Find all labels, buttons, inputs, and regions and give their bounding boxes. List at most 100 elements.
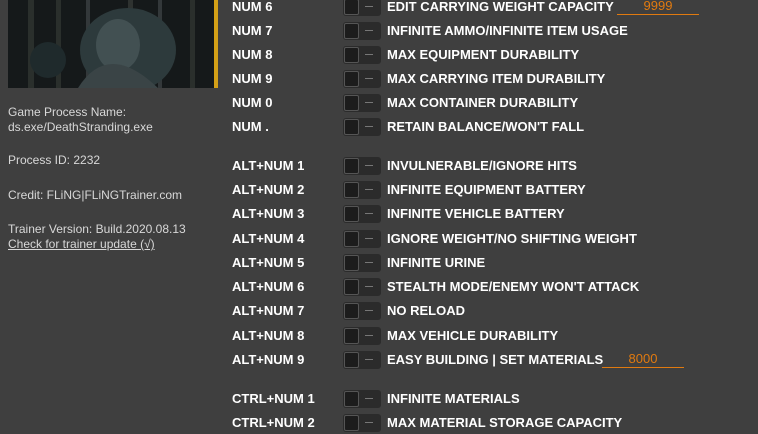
toggle-dash xyxy=(365,422,373,423)
cheat-toggle[interactable] xyxy=(343,414,381,432)
toggle-knob xyxy=(344,158,359,174)
toggle-knob xyxy=(344,182,359,198)
cheat-label: INFINITE VEHICLE BATTERY xyxy=(387,206,565,221)
toggle-dash xyxy=(365,30,373,31)
toggle-dash xyxy=(365,54,373,55)
cheat-row: ALT+NUM 1 INVULNERABLE/IGNORE HITS xyxy=(222,155,758,177)
toggle-knob xyxy=(344,95,359,111)
cheat-label: INFINITE EQUIPMENT BATTERY xyxy=(387,182,586,197)
game-cover-image xyxy=(8,0,218,88)
cheat-row: NUM . RETAIN BALANCE/WON'T FALL xyxy=(222,116,758,138)
toggle-dash xyxy=(365,213,373,214)
cheat-label: INVULNERABLE/IGNORE HITS xyxy=(387,158,577,173)
cheat-label: INFINITE URINE xyxy=(387,255,486,270)
cheat-label: EASY BUILDING | SET MATERIALS xyxy=(387,352,604,367)
cheat-row: NUM 9 MAX CARRYING ITEM DURABILITY xyxy=(222,68,758,90)
cheat-row: ALT+NUM 2 INFINITE EQUIPMENT BATTERY xyxy=(222,179,758,201)
cheat-row: CTRL+NUM 2 MAX MATERIAL STORAGE CAPACITY xyxy=(222,412,758,434)
cheat-toggle[interactable] xyxy=(343,94,381,112)
check-update-link[interactable]: Check for trainer update (√) xyxy=(8,237,155,251)
cheat-row: ALT+NUM 5 INFINITE URINE xyxy=(222,252,758,274)
toggle-knob xyxy=(344,231,359,247)
cheat-row: NUM 0 MAX CONTAINER DURABILITY xyxy=(222,92,758,114)
trainer-sidebar: Game Process Name: ds.exe/DeathStranding… xyxy=(0,0,222,426)
toggle-dash xyxy=(365,335,373,336)
toggle-knob xyxy=(344,391,359,407)
hotkey-label: ALT+NUM 9 xyxy=(232,352,305,367)
carrying-weight-input[interactable] xyxy=(617,0,699,15)
hotkey-label: NUM 0 xyxy=(232,95,273,110)
toggle-knob xyxy=(344,279,359,295)
credit-text: Credit: FLiNG|FLiNGTrainer.com xyxy=(8,188,183,202)
toggle-dash xyxy=(365,398,373,399)
cheat-toggle[interactable] xyxy=(343,22,381,40)
cheat-row: NUM 8 MAX EQUIPMENT DURABILITY xyxy=(222,44,758,66)
cheat-row: NUM 7 INFINITE AMMO/INFINITE ITEM USAGE xyxy=(222,20,758,42)
cheat-toggle[interactable] xyxy=(343,390,381,408)
toggle-knob xyxy=(344,328,359,344)
cheat-toggle[interactable] xyxy=(343,278,381,296)
toggle-dash xyxy=(365,102,373,103)
hotkey-label: ALT+NUM 1 xyxy=(232,158,305,173)
cheat-row: ALT+NUM 3 INFINITE VEHICLE BATTERY xyxy=(222,203,758,225)
cheat-toggle[interactable] xyxy=(343,181,381,199)
process-name-value: ds.exe/DeathStranding.exe xyxy=(8,120,153,134)
hotkey-label: NUM 7 xyxy=(232,23,273,38)
materials-input[interactable] xyxy=(602,350,684,368)
cheat-label: INFINITE AMMO/INFINITE ITEM USAGE xyxy=(387,23,628,38)
cheat-label: INFINITE MATERIALS xyxy=(387,391,520,406)
toggle-knob xyxy=(344,119,359,135)
cheat-toggle[interactable] xyxy=(343,351,381,369)
cheat-label: IGNORE WEIGHT/NO SHIFTING WEIGHT xyxy=(387,231,637,246)
cheat-toggle[interactable] xyxy=(343,0,381,16)
toggle-knob xyxy=(344,352,359,368)
hotkey-label: ALT+NUM 4 xyxy=(232,231,305,246)
hotkey-label: CTRL+NUM 1 xyxy=(232,391,315,406)
cheat-label: STEALTH MODE/ENEMY WON'T ATTACK xyxy=(387,279,640,294)
cheat-toggle[interactable] xyxy=(343,70,381,88)
cheat-label: MAX MATERIAL STORAGE CAPACITY xyxy=(387,415,623,430)
cheat-row: ALT+NUM 9 EASY BUILDING | SET MATERIALS xyxy=(222,349,758,371)
cheat-row: ALT+NUM 7 NO RELOAD xyxy=(222,300,758,322)
toggle-knob xyxy=(344,255,359,271)
cheat-label: RETAIN BALANCE/WON'T FALL xyxy=(387,119,585,134)
cheat-toggle[interactable] xyxy=(343,254,381,272)
hotkey-label: NUM 9 xyxy=(232,71,273,86)
cheat-toggle[interactable] xyxy=(343,157,381,175)
toggle-dash xyxy=(365,262,373,263)
toggle-knob xyxy=(344,47,359,63)
cheat-row: ALT+NUM 4 IGNORE WEIGHT/NO SHIFTING WEIG… xyxy=(222,228,758,250)
toggle-dash xyxy=(365,286,373,287)
cheat-toggle[interactable] xyxy=(343,205,381,223)
toggle-dash xyxy=(365,359,373,360)
cheat-label: NO RELOAD xyxy=(387,303,465,318)
toggle-dash xyxy=(365,310,373,311)
hotkey-label: ALT+NUM 3 xyxy=(232,206,305,221)
hotkey-label: NUM . xyxy=(232,119,269,134)
hotkey-label: NUM 6 xyxy=(232,0,273,14)
toggle-dash xyxy=(365,238,373,239)
cheat-toggle[interactable] xyxy=(343,302,381,320)
toggle-knob xyxy=(344,23,359,39)
cheat-list: NUM 6 EDIT CARRYING WEIGHT CAPACITY NUM … xyxy=(222,0,758,432)
cheat-toggle[interactable] xyxy=(343,118,381,136)
hotkey-label: ALT+NUM 2 xyxy=(232,182,305,197)
cheat-toggle[interactable] xyxy=(343,327,381,345)
toggle-dash xyxy=(365,165,373,166)
cheat-label: MAX CONTAINER DURABILITY xyxy=(387,95,579,110)
toggle-knob xyxy=(344,71,359,87)
hotkey-label: ALT+NUM 7 xyxy=(232,303,305,318)
update-link-wrap[interactable]: Check for trainer update (√) xyxy=(8,237,222,252)
cheat-label: MAX VEHICLE DURABILITY xyxy=(387,328,559,343)
cheat-toggle[interactable] xyxy=(343,230,381,248)
toggle-knob xyxy=(344,0,359,15)
cheat-row: CTRL+NUM 1 INFINITE MATERIALS xyxy=(222,388,758,410)
process-id: Process ID: 2232 xyxy=(8,153,101,167)
cheat-row: ALT+NUM 8 MAX VEHICLE DURABILITY xyxy=(222,325,758,347)
cheat-toggle[interactable] xyxy=(343,46,381,64)
cheat-row: NUM 6 EDIT CARRYING WEIGHT CAPACITY xyxy=(222,0,758,18)
hotkey-label: ALT+NUM 6 xyxy=(232,279,305,294)
toggle-knob xyxy=(344,206,359,222)
cheat-label: MAX CARRYING ITEM DURABILITY xyxy=(387,71,606,86)
cheat-row: ALT+NUM 6 STEALTH MODE/ENEMY WON'T ATTAC… xyxy=(222,276,758,298)
